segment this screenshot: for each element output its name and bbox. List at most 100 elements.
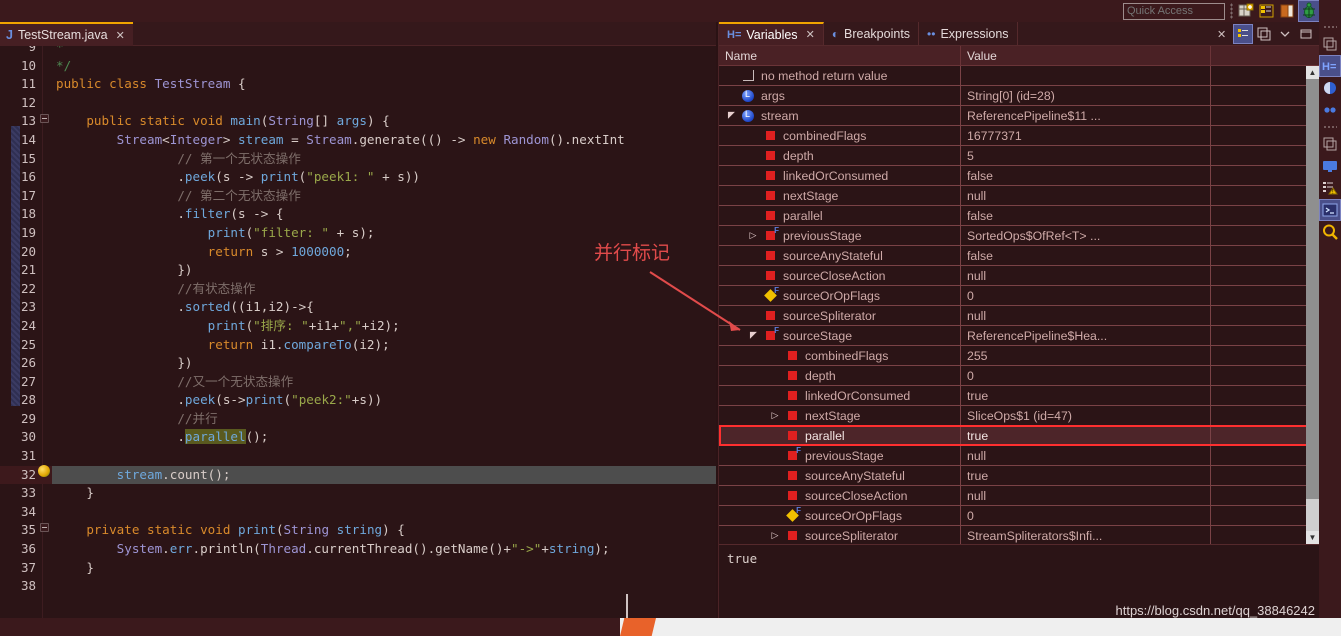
code-line[interactable]: 16 .peek(s -> print("peek1: " + s)) (0, 168, 716, 187)
fold-collapse-icon[interactable] (36, 521, 52, 540)
table-row[interactable]: sourceAnyStateful false (719, 245, 1319, 266)
table-row[interactable]: FpreviousStage null (719, 445, 1319, 466)
table-row[interactable]: sourceCloseAction null (719, 485, 1319, 506)
collapse-arrow-icon[interactable] (747, 230, 759, 241)
code-line[interactable]: 34 (0, 503, 716, 522)
search-view-icon[interactable] (1320, 222, 1340, 242)
variable-value-cell[interactable]: 0 (961, 365, 1211, 386)
code-line[interactable]: 36 System.err.println(Thread.currentThre… (0, 540, 716, 559)
expand-arrow-icon[interactable] (747, 330, 759, 341)
table-row[interactable]: linkedOrConsumed true (719, 385, 1319, 406)
code-line[interactable]: 18 .filter(s -> { (0, 205, 716, 224)
scroll-down-arrow[interactable]: ▼ (1306, 531, 1319, 544)
variable-value-cell[interactable]: SortedOps$OfRef<T> ... (961, 225, 1211, 246)
code-line[interactable]: 23 .sorted((i1,i2)->{ (0, 298, 716, 317)
scroll-up-arrow[interactable]: ▲ (1306, 66, 1319, 79)
code-line[interactable]: 37 } (0, 559, 716, 578)
code-line[interactable]: 26 }) (0, 354, 716, 373)
tab-expressions[interactable]: •• Expressions (919, 22, 1018, 45)
variable-value-cell[interactable]: 16777371 (961, 125, 1211, 146)
variable-value-cell[interactable]: 5 (961, 145, 1211, 166)
code-line[interactable]: 33 } (0, 484, 716, 503)
table-row[interactable]: parallel true (719, 425, 1319, 446)
code-line[interactable]: 9 * (0, 46, 716, 57)
problems-view-icon[interactable]: ! (1320, 178, 1340, 198)
code-line[interactable]: 31 (0, 447, 716, 466)
code-line[interactable]: 10 */ (0, 57, 716, 76)
collapse-all-icon[interactable] (1255, 25, 1273, 43)
table-row[interactable]: nextStage null (719, 185, 1319, 206)
code-line[interactable]: 11 public class TestStream { (0, 75, 716, 94)
breakpoints-view-icon[interactable] (1320, 78, 1340, 98)
variable-value-cell[interactable]: null (961, 485, 1211, 506)
close-icon[interactable]: ✕ (806, 28, 815, 41)
table-row[interactable]: FsourceOrOpFlags 0 (719, 505, 1319, 526)
variable-value-cell[interactable]: 255 (961, 345, 1211, 366)
new-wizard-icon[interactable] (1236, 1, 1256, 21)
variable-value-cell[interactable]: 0 (961, 285, 1211, 306)
variables-table[interactable]: no method return value args String[0] (id=… (719, 66, 1319, 544)
collapse-arrow-icon[interactable] (769, 410, 781, 421)
variable-value-cell[interactable]: false (961, 165, 1211, 186)
table-row[interactable]: args String[0] (id=28) (719, 85, 1319, 106)
variable-value-cell[interactable]: null (961, 185, 1211, 206)
table-row[interactable]: no method return value (719, 66, 1319, 86)
fold-collapse-icon[interactable] (36, 112, 52, 131)
table-row[interactable]: sourceAnyStateful true (719, 465, 1319, 486)
code-line[interactable]: 13 public static void main(String[] args… (0, 112, 716, 131)
code-line[interactable]: 22 //有状态操作 (0, 280, 716, 299)
column-header-value[interactable]: Value (961, 46, 1211, 65)
variable-value-cell[interactable]: true (961, 385, 1211, 406)
column-header-name[interactable]: Name (719, 46, 961, 65)
code-line[interactable]: 30 .parallel(); (0, 428, 716, 447)
tab-variables[interactable]: H= Variables ✕ (719, 22, 824, 45)
code-line[interactable]: 32 stream.count(); (0, 465, 716, 485)
table-row[interactable]: sourceSpliterator null (719, 305, 1319, 326)
variable-value-cell[interactable]: SliceOps$1 (id=47) (961, 405, 1211, 426)
code-line[interactable]: 12 (0, 94, 716, 113)
remove-all-icon[interactable]: ✕ (1213, 25, 1231, 43)
code-line[interactable]: 17 // 第二个无状态操作 (0, 187, 716, 206)
variable-value-cell[interactable]: false (961, 245, 1211, 266)
debug-perspective-icon[interactable] (1298, 0, 1320, 22)
table-row[interactable]: depth 0 (719, 365, 1319, 386)
close-icon[interactable]: ✕ (116, 29, 125, 42)
variable-value-cell[interactable]: null (961, 265, 1211, 286)
variable-value-cell[interactable]: String[0] (id=28) (961, 85, 1211, 106)
table-row[interactable]: sourceCloseAction null (719, 265, 1319, 286)
table-row[interactable]: stream ReferencePipeline$11 ... (719, 105, 1319, 126)
variable-value-cell[interactable]: ReferencePipeline$11 ... (961, 105, 1211, 126)
show-logical-structure-icon[interactable] (1233, 23, 1253, 44)
quick-access-input[interactable] (1123, 2, 1225, 20)
code-line[interactable]: 35 private static void print(String stri… (0, 521, 716, 540)
scrollbar-thumb[interactable] (1306, 79, 1319, 499)
code-line[interactable]: 28 .peek(s->print("peek2:"+s)) (0, 391, 716, 410)
table-row[interactable]: FsourceStageReferencePipeline$Hea... (719, 325, 1319, 346)
table-row[interactable]: FsourceOrOpFlags 0 (719, 285, 1319, 306)
code-line[interactable]: 25 return i1.compareTo(i2); (0, 336, 716, 355)
variable-value-cell[interactable]: null (961, 305, 1211, 326)
variables-view-icon[interactable]: H= (1319, 55, 1341, 77)
taskbar-app-icon[interactable] (620, 618, 656, 636)
table-row[interactable]: sourceSpliterator StreamSpliterators$Infi… (719, 525, 1319, 544)
code-canvas[interactable]: 9 * 10 */11 public class TestStream {12 13 pu… (0, 46, 716, 618)
variable-value-cell[interactable]: true (961, 425, 1211, 446)
variable-value-cell[interactable]: true (961, 465, 1211, 486)
table-row[interactable]: depth 5 (719, 145, 1319, 166)
code-line[interactable]: 24 print("排序: "+i1+","+i2); (0, 317, 716, 336)
variables-scrollbar[interactable]: ▲ ▼ (1306, 66, 1319, 544)
variable-value-cell[interactable]: null (961, 445, 1211, 466)
collapse-arrow-icon[interactable] (769, 530, 781, 541)
variable-value-cell[interactable]: 0 (961, 505, 1211, 526)
variable-value-cell[interactable]: false (961, 205, 1211, 226)
minimize-icon[interactable] (1297, 25, 1315, 43)
table-row[interactable]: combinedFlags 255 (719, 345, 1319, 366)
restore-icon[interactable] (1320, 34, 1340, 54)
table-row[interactable]: linkedOrConsumed false (719, 165, 1319, 186)
code-line[interactable]: 14 Stream<Integer> stream = Stream.gener… (0, 131, 716, 150)
editor-tab-teststream[interactable]: J TestStream.java ✕ (0, 22, 133, 46)
code-line[interactable]: 38 (0, 577, 716, 596)
view-menu-icon[interactable] (1276, 25, 1294, 43)
console-view-icon[interactable] (1320, 156, 1340, 176)
restore-2-icon[interactable] (1320, 134, 1340, 154)
